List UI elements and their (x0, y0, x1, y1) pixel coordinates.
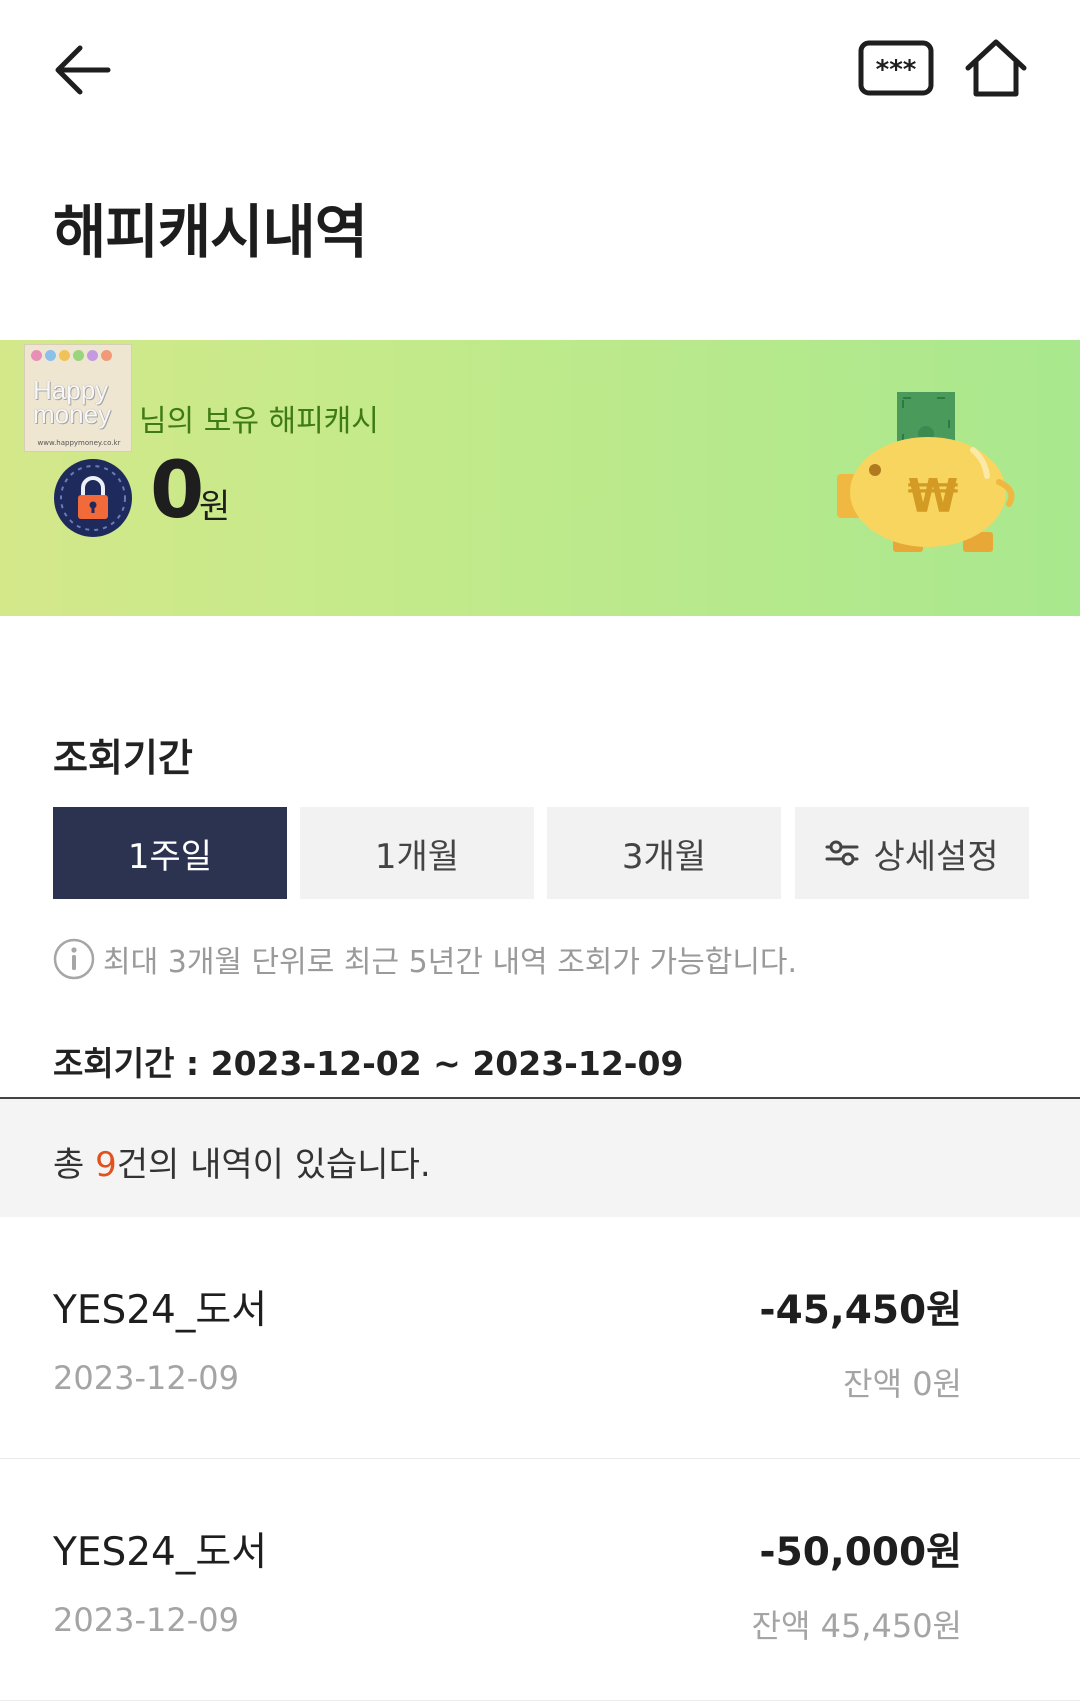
tab-1-week[interactable]: 1주일 (53, 807, 287, 899)
tab-3-months[interactable]: 3개월 (547, 807, 781, 899)
transaction-item[interactable]: YES24_도서 -45,450원 2023-12-09 잔액 0원 (0, 1217, 1080, 1459)
hide-amount-button[interactable]: *** (858, 40, 934, 96)
transaction-merchant: YES24_도서 (53, 1530, 268, 1575)
transaction-merchant: YES24_도서 (53, 1288, 268, 1333)
happymoney-logo: Happy money www.happymoney.co.kr (24, 344, 132, 452)
transaction-count: 9 (95, 1145, 117, 1185)
home-button[interactable] (963, 36, 1029, 100)
period-range: 조회기간 : 2023-12-02 ~ 2023-12-09 (53, 1044, 684, 1083)
summary-bar: 총 9건의 내역이 있습니다. (0, 1097, 1080, 1217)
page-title: 해피캐시내역 (53, 198, 368, 266)
period-tabs: 1주일 1개월 3개월 상세설정 (53, 807, 1029, 899)
transaction-balance: 잔액 45,450원 (751, 1607, 962, 1645)
transaction-list: YES24_도서 -45,450원 2023-12-09 잔액 0원 YES24… (0, 1217, 1080, 1701)
transaction-date: 2023-12-09 (53, 1601, 239, 1639)
transaction-item[interactable]: YES24_도서 -50,000원 2023-12-09 잔액 45,450원 (0, 1459, 1080, 1701)
tab-detail-settings[interactable]: 상세설정 (795, 807, 1029, 899)
balance-unit: 원 (199, 487, 231, 527)
tab-1-month[interactable]: 1개월 (300, 807, 534, 899)
summary-text: 총 9건의 내역이 있습니다. (53, 1145, 431, 1185)
transaction-balance: 잔액 0원 (843, 1365, 962, 1403)
info-notice: 최대 3개월 단위로 최근 5년간 내역 조회가 가능합니다. (53, 937, 797, 981)
back-arrow-icon (55, 45, 111, 95)
balance-amount: 0 (150, 446, 205, 536)
piggy-bank-icon: ₩ (837, 392, 1015, 552)
slider-settings-icon (825, 840, 859, 866)
transaction-date: 2023-12-09 (53, 1359, 239, 1397)
svg-text:***: *** (876, 55, 917, 85)
masked-password-icon: *** (858, 40, 934, 96)
transaction-amount: -45,450원 (759, 1288, 962, 1333)
info-icon (53, 938, 95, 980)
back-button[interactable] (52, 40, 118, 100)
info-text: 최대 3개월 단위로 최근 5년간 내역 조회가 가능합니다. (103, 945, 798, 980)
balance-banner: Happy money www.happymoney.co.kr 님의 보유 해… (0, 340, 1080, 616)
transaction-amount: -50,000원 (759, 1530, 962, 1575)
period-section-title: 조회기간 (53, 736, 193, 780)
top-bar: *** (0, 0, 1080, 140)
lock-icon[interactable] (53, 458, 133, 538)
home-icon (965, 39, 1027, 97)
svg-text:₩: ₩ (908, 469, 959, 523)
owner-label: 님의 보유 해피캐시 (139, 404, 379, 439)
